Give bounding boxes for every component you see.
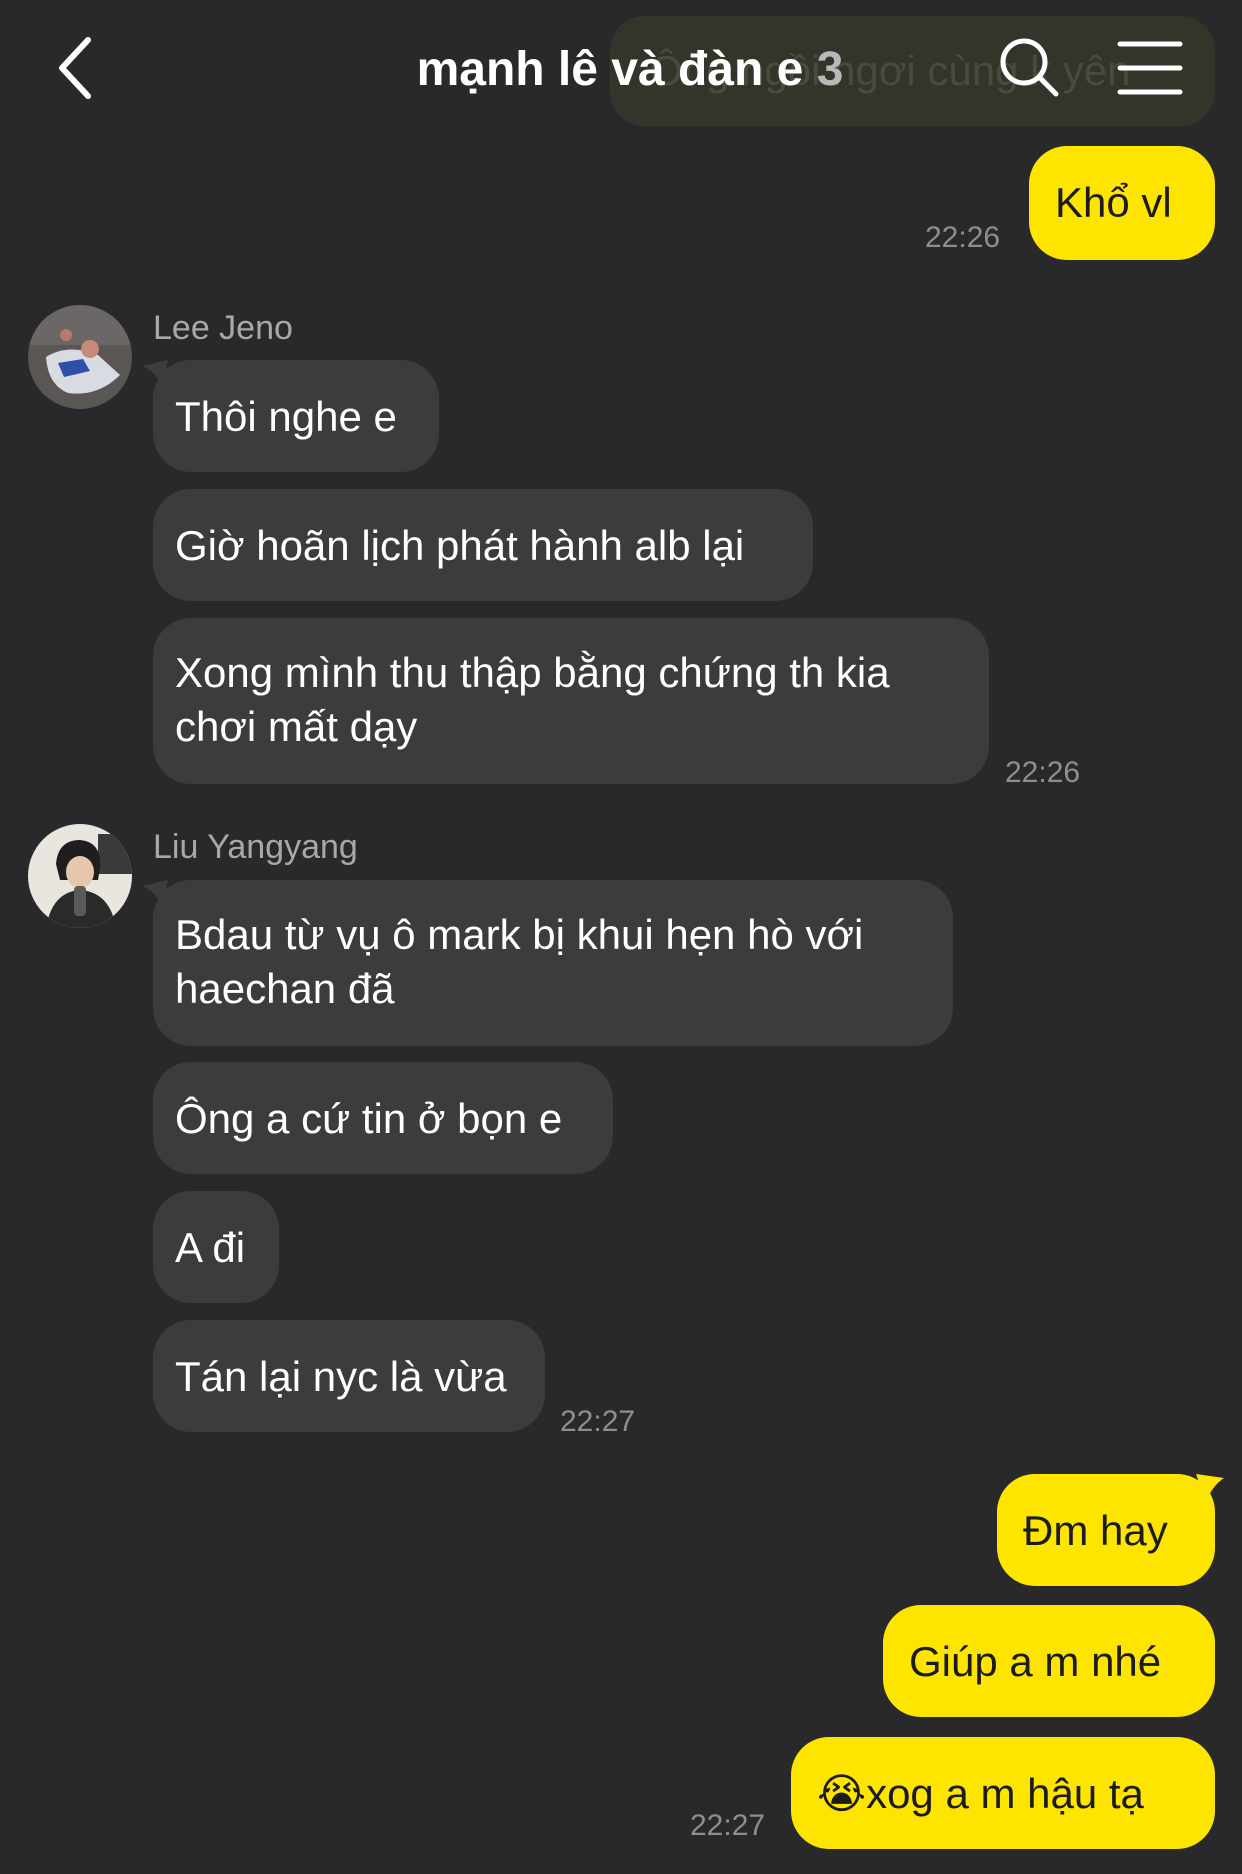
message-time: 22:27	[560, 1405, 636, 1438]
incoming-message[interactable]: Xong mình thu thập bằng chứng th kia chơ…	[153, 618, 989, 784]
search-button[interactable]	[990, 28, 1070, 108]
sender-name: Lee Jeno	[153, 309, 293, 347]
sender-name: Liu Yangyang	[153, 828, 358, 866]
message-time: 22:27	[690, 1809, 766, 1842]
chat-room-name: mạnh lê và đàn e	[416, 43, 804, 96]
crying-face-emoji: 😭	[817, 1770, 867, 1817]
avatar[interactable]	[28, 824, 132, 928]
chat-title: mạnh lê và đàn e 3	[380, 30, 880, 110]
avatar-photo-lee-jeno	[28, 305, 132, 409]
hamburger-menu-icon	[1117, 41, 1183, 95]
message-text: A đi	[175, 1224, 246, 1271]
message-text-line: Xong mình thu thập bằng chứng th kia	[175, 649, 890, 696]
message-text: Thôi nghe e	[175, 393, 397, 440]
avatar[interactable]	[28, 305, 132, 409]
message-time: 22:26	[925, 221, 1001, 254]
message-text: Giúp a m nhé	[909, 1638, 1162, 1685]
message-time: 22:26	[1005, 756, 1081, 789]
message-text-line: Bdau từ vụ ô mark bị khui hẹn hò với	[175, 911, 864, 958]
message-text: Ông a cứ tin ở bọn e	[175, 1095, 563, 1142]
avatar-photo-liu-yangyang	[28, 824, 132, 928]
search-icon	[1000, 38, 1059, 97]
outgoing-message[interactable]: Khổ vl	[1029, 146, 1215, 260]
incoming-message[interactable]: Thôi nghe e	[153, 360, 439, 472]
message-text-line: haechan đã	[175, 965, 395, 1012]
incoming-message[interactable]: Bdau từ vụ ô mark bị khui hẹn hò với hae…	[153, 880, 953, 1046]
incoming-message[interactable]: A đi	[153, 1191, 279, 1303]
menu-button[interactable]	[1110, 28, 1190, 108]
incoming-message[interactable]: Tán lại nyc là vừa	[153, 1320, 545, 1432]
message-text: Khổ vl	[1055, 179, 1172, 226]
outgoing-message[interactable]: Đm hay	[997, 1474, 1215, 1586]
message-text: xog a m hậu tạ	[866, 1770, 1144, 1817]
member-count: 3	[816, 43, 844, 96]
back-button[interactable]	[40, 28, 120, 108]
message-text-line: chơi mất dạy	[175, 703, 418, 750]
outgoing-message[interactable]: 😭xog a m hậu tạ	[791, 1737, 1215, 1849]
message-text: Giờ hoãn lịch phát hành alb lại	[175, 522, 745, 569]
outgoing-message[interactable]: Giúp a m nhé	[883, 1605, 1215, 1717]
chevron-left-icon	[59, 37, 91, 99]
message-text: Tán lại nyc là vừa	[175, 1353, 507, 1400]
incoming-message[interactable]: Giờ hoãn lịch phát hành alb lại	[153, 489, 813, 601]
message-text: Đm hay	[1023, 1507, 1168, 1554]
incoming-message[interactable]: Ông a cứ tin ở bọn e	[153, 1062, 613, 1174]
